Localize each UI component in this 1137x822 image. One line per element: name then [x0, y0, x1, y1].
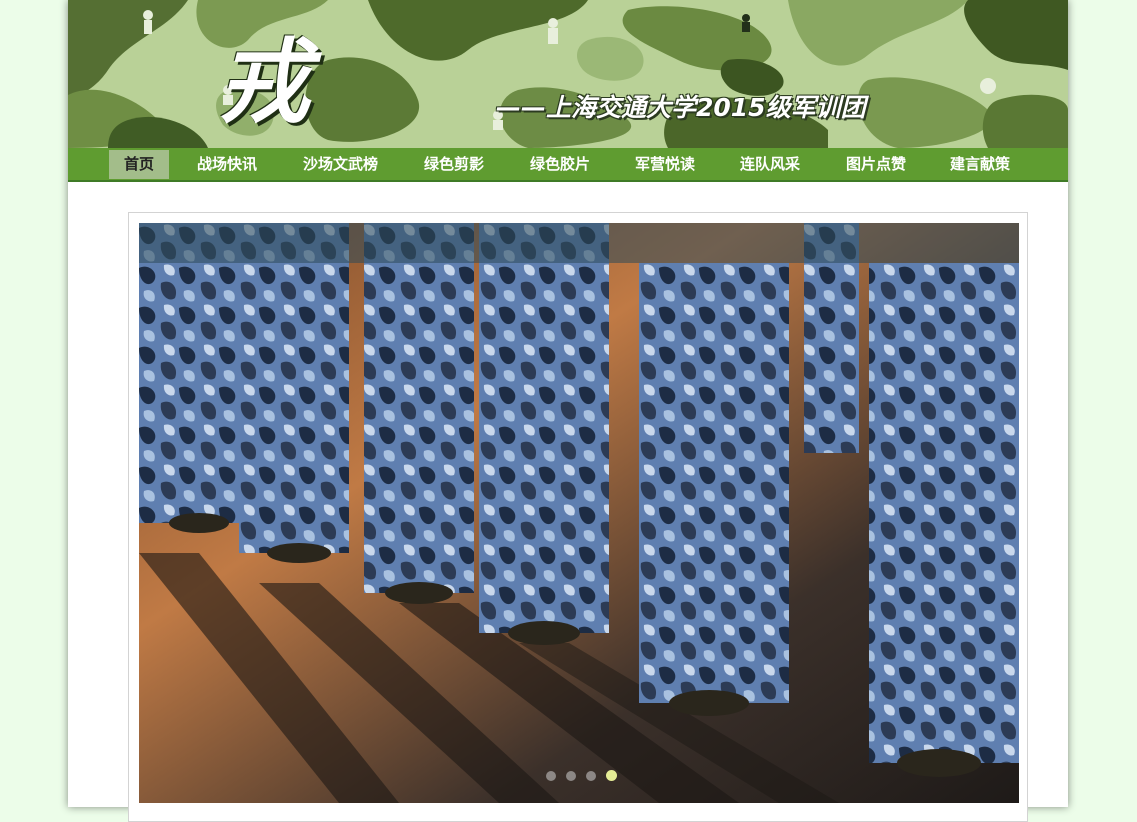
banner-logo-title: 戎 [218, 28, 310, 136]
main-nav: 首页 战场快讯 沙场文武榜 绿色剪影 绿色胶片 军营悦读 连队风采 图片点赞 建… [68, 148, 1068, 182]
slider-dot-4-active[interactable] [606, 770, 617, 781]
nav-item-green-film[interactable]: 绿色胶片 [515, 150, 605, 179]
nav-item-suggestions[interactable]: 建言献策 [935, 150, 1025, 179]
header-banner: 戎 ——上海交通大学2015级军训团 [68, 0, 1068, 148]
nav-item-honor-roll[interactable]: 沙场文武榜 [288, 150, 393, 179]
nav-item-camp-reading[interactable]: 军营悦读 [620, 150, 710, 179]
nav-item-company-style[interactable]: 连队风采 [725, 150, 815, 179]
page-container: 戎 ——上海交通大学2015级军训团 首页 战场快讯 沙场文武榜 绿色剪影 绿色… [68, 0, 1068, 822]
nav-item-home[interactable]: 首页 [109, 150, 170, 179]
slide-photo[interactable] [139, 223, 1019, 803]
slider-dot-2[interactable] [566, 771, 576, 781]
soldiers-photo [139, 223, 1019, 803]
nav-item-green-silhouettes[interactable]: 绿色剪影 [409, 150, 499, 179]
slider-dot-1[interactable] [546, 771, 556, 781]
slider-dot-3[interactable] [586, 771, 596, 781]
image-slider [128, 212, 1028, 822]
nav-item-battlefield-news[interactable]: 战场快讯 [182, 150, 272, 179]
banner-subtitle: ——上海交通大学2015级军训团 [496, 93, 866, 122]
nav-item-photo-likes[interactable]: 图片点赞 [831, 150, 921, 179]
